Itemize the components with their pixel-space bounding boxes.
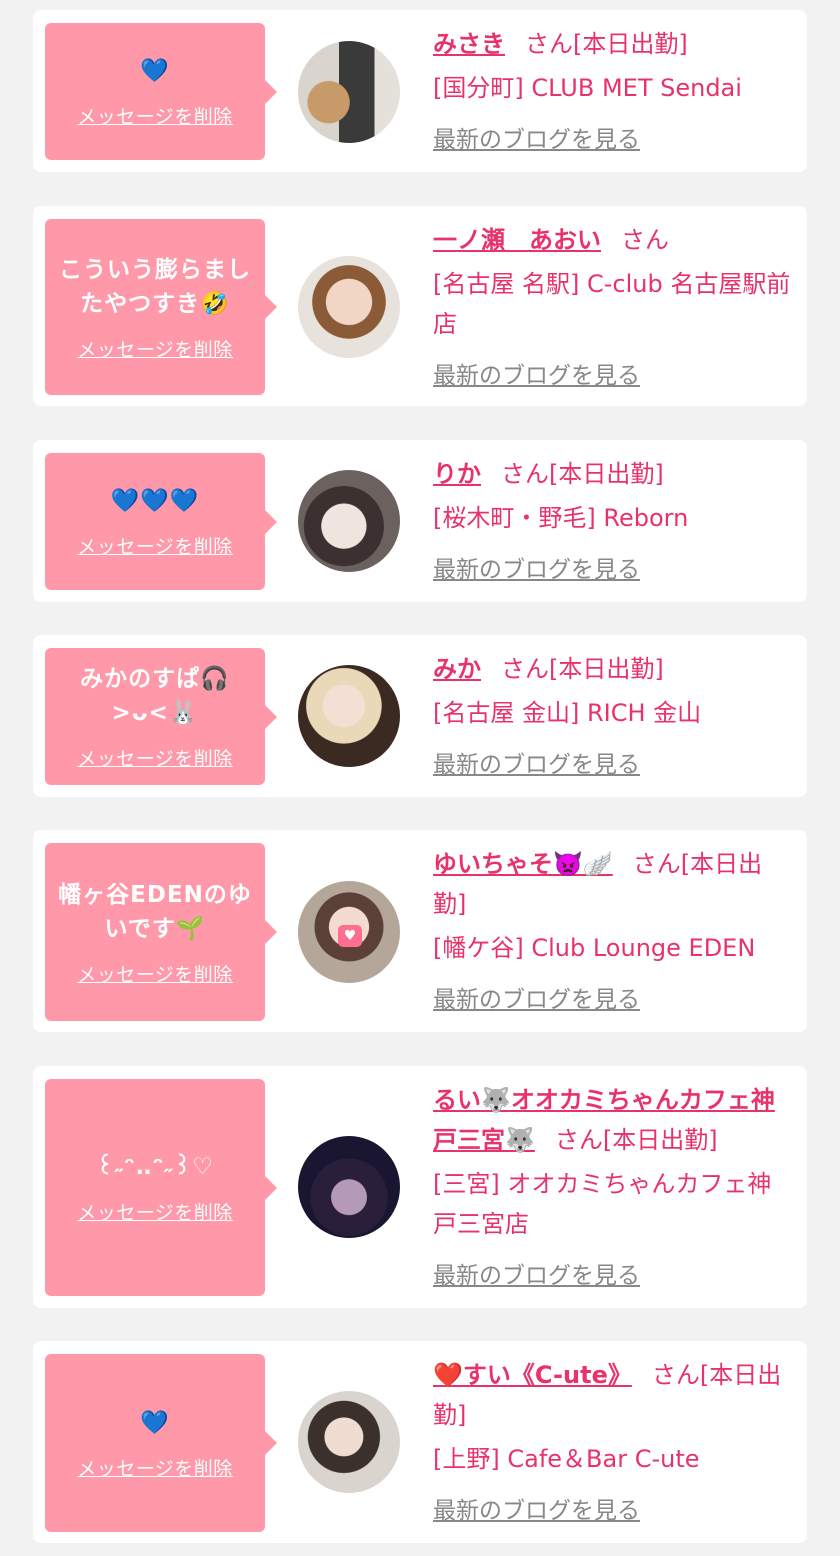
message-card: 💙 メッセージを削除 みさき さん[本日出勤] [国分町] CLUB MET Se… bbox=[33, 10, 807, 172]
avatar[interactable] bbox=[298, 1391, 400, 1493]
shop-name: [上野] Cafe＆Bar C-ute bbox=[433, 1445, 700, 1473]
delete-message-link[interactable]: メッセージを削除 bbox=[77, 1454, 233, 1481]
message-bubble: 幡ヶ谷EDENのゆいです🌱 メッセージを削除 bbox=[45, 843, 277, 1021]
message-card: ꒰˶ᵔ‥ᵔ˶꒱♡ メッセージを削除 るい🐺オオカミちゃんカフェ神戸三宮🐺 さん[本… bbox=[33, 1066, 807, 1308]
name-suffix: さん[本日出勤] bbox=[501, 655, 664, 683]
avatar[interactable] bbox=[298, 1136, 400, 1238]
delete-message-link[interactable]: メッセージを削除 bbox=[77, 960, 233, 987]
shop-name: [名古屋 名駅] C-club 名古屋駅前店 bbox=[433, 270, 791, 338]
card-info: りか さん[本日出勤] [桜木町・野毛] Reborn 最新のブログを見る bbox=[433, 454, 791, 584]
name-line: みさき さん[本日出勤] bbox=[433, 24, 791, 64]
message-text: 💙 bbox=[140, 1409, 170, 1436]
message-bubble: みかのすぱ🎧>ᴗ<🐰 メッセージを削除 bbox=[45, 648, 277, 785]
message-card: こういう膨らましたやつすき🤣 メッセージを削除 一ノ瀬 あおい さん [名古屋 名… bbox=[33, 206, 807, 406]
delete-message-link[interactable]: メッセージを削除 bbox=[77, 335, 233, 362]
cast-name-link[interactable]: ゆいちゃそ👿🪽 bbox=[433, 850, 613, 878]
delete-message-link[interactable]: メッセージを削除 bbox=[77, 744, 233, 771]
message-text: 幡ヶ谷EDENのゆいです🌱 bbox=[58, 881, 252, 942]
heart-icon: ♥ bbox=[338, 925, 362, 947]
message-bubble: 💙 メッセージを削除 bbox=[45, 1354, 277, 1532]
latest-blog-link[interactable]: 最新のブログを見る bbox=[433, 745, 640, 779]
card-info: みさき さん[本日出勤] [国分町] CLUB MET Sendai 最新のブログ… bbox=[433, 24, 791, 154]
delete-message-link[interactable]: メッセージを削除 bbox=[77, 102, 233, 129]
shop-name: [国分町] CLUB MET Sendai bbox=[433, 74, 742, 102]
message-card: 💙 メッセージを削除 ❤️すい《C-ute》 さん[本日出勤] [上野] Cafe… bbox=[33, 1341, 807, 1543]
name-line: みか さん[本日出勤] bbox=[433, 649, 791, 689]
name-suffix: さん bbox=[621, 226, 669, 254]
latest-blog-link[interactable]: 最新のブログを見る bbox=[433, 1491, 640, 1525]
name-suffix: さん[本日出勤] bbox=[525, 30, 688, 58]
message-card: 💙💙💙 メッセージを削除 りか さん[本日出勤] [桜木町・野毛] Reborn … bbox=[33, 440, 807, 602]
message-text: ꒰˶ᵔ‥ᵔ˶꒱♡ bbox=[96, 1154, 214, 1180]
delete-message-link[interactable]: メッセージを削除 bbox=[77, 532, 233, 559]
delete-message-link[interactable]: メッセージを削除 bbox=[77, 1198, 233, 1225]
cast-name-link[interactable]: みか bbox=[433, 655, 481, 683]
cast-name-link[interactable]: ❤️すい《C-ute》 bbox=[433, 1361, 632, 1389]
shop-name: [幡ケ谷] Club Lounge EDEN bbox=[433, 934, 756, 962]
cast-name-link[interactable]: みさき bbox=[433, 30, 505, 58]
name-suffix: さん[本日出勤] bbox=[554, 1126, 718, 1154]
avatar[interactable] bbox=[298, 256, 400, 358]
card-info: るい🐺オオカミちゃんカフェ神戸三宮🐺 さん[本日出勤] [三宮] オオカミちゃんカ… bbox=[433, 1080, 791, 1290]
message-text: みかのすぱ🎧>ᴗ<🐰 bbox=[80, 666, 230, 726]
shop-name: [三宮] オオカミちゃんカフェ神戸三宮店 bbox=[433, 1170, 772, 1238]
cast-name-link[interactable]: りか bbox=[433, 460, 481, 488]
name-line: ゆいちゃそ👿🪽 さん[本日出勤] bbox=[433, 844, 791, 924]
latest-blog-link[interactable]: 最新のブログを見る bbox=[433, 120, 640, 154]
shop-name: [名古屋 金山] RICH 金山 bbox=[433, 699, 702, 727]
cast-name-link[interactable]: 一ノ瀬 あおい bbox=[433, 226, 601, 254]
card-info: 一ノ瀬 あおい さん [名古屋 名駅] C-club 名古屋駅前店 最新のブログを… bbox=[433, 220, 791, 390]
message-card: 幡ヶ谷EDENのゆいです🌱 メッセージを削除 ♥ ゆいちゃそ👿🪽 さん[本日出勤]… bbox=[33, 830, 807, 1032]
avatar[interactable] bbox=[298, 41, 400, 143]
latest-blog-link[interactable]: 最新のブログを見る bbox=[433, 550, 640, 584]
name-line: 一ノ瀬 あおい さん bbox=[433, 220, 791, 260]
latest-blog-link[interactable]: 最新のブログを見る bbox=[433, 356, 640, 390]
message-text: こういう膨らましたやつすき🤣 bbox=[59, 256, 251, 317]
avatar[interactable]: ♥ bbox=[298, 881, 400, 983]
message-bubble: ꒰˶ᵔ‥ᵔ˶꒱♡ メッセージを削除 bbox=[45, 1079, 277, 1296]
name-line: りか さん[本日出勤] bbox=[433, 454, 791, 494]
shop-name: [桜木町・野毛] Reborn bbox=[433, 504, 689, 532]
card-info: みか さん[本日出勤] [名古屋 金山] RICH 金山 最新のブログを見る bbox=[433, 649, 791, 779]
message-card: みかのすぱ🎧>ᴗ<🐰 メッセージを削除 みか さん[本日出勤] [名古屋 金山] … bbox=[33, 635, 807, 797]
message-text: 💙💙💙 bbox=[110, 488, 200, 514]
message-bubble: 💙 メッセージを削除 bbox=[45, 23, 277, 160]
avatar[interactable] bbox=[298, 470, 400, 572]
message-bubble: 💙💙💙 メッセージを削除 bbox=[45, 453, 277, 590]
card-info: ゆいちゃそ👿🪽 さん[本日出勤] [幡ケ谷] Club Lounge EDEN 最… bbox=[433, 844, 791, 1014]
message-bubble: こういう膨らましたやつすき🤣 メッセージを削除 bbox=[45, 219, 277, 395]
avatar[interactable] bbox=[298, 665, 400, 767]
message-text: 💙 bbox=[140, 58, 170, 84]
name-line: ❤️すい《C-ute》 さん[本日出勤] bbox=[433, 1355, 791, 1435]
latest-blog-link[interactable]: 最新のブログを見る bbox=[433, 980, 640, 1014]
name-suffix: さん[本日出勤] bbox=[501, 460, 664, 488]
latest-blog-link[interactable]: 最新のブログを見る bbox=[433, 1256, 640, 1290]
card-info: ❤️すい《C-ute》 さん[本日出勤] [上野] Cafe＆Bar C-ute … bbox=[433, 1355, 791, 1525]
name-line: るい🐺オオカミちゃんカフェ神戸三宮🐺 さん[本日出勤] bbox=[433, 1080, 791, 1160]
